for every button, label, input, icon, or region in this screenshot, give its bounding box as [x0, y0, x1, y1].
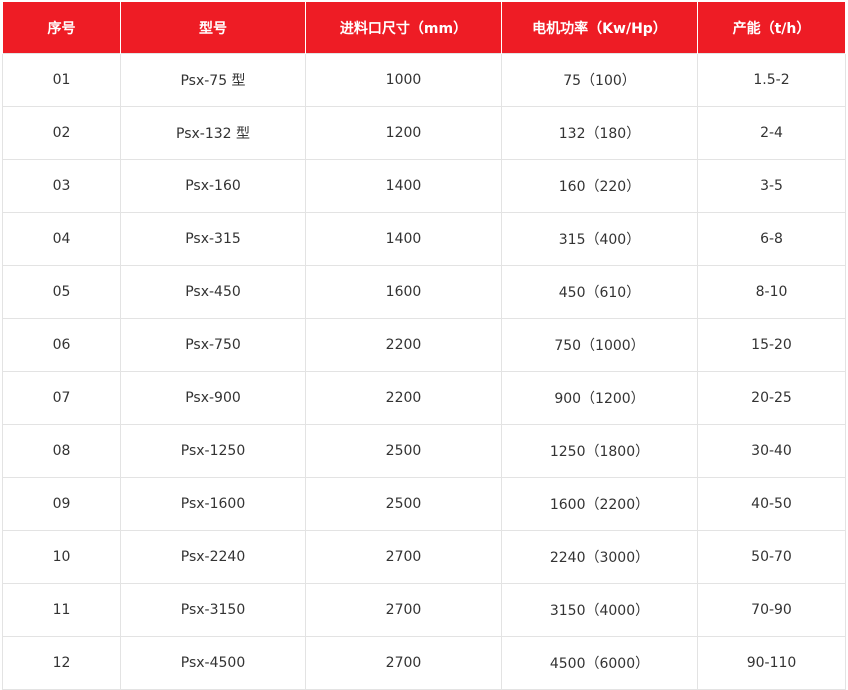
table-row: 06 Psx-750 2200 750（1000） 15-20 [2, 318, 846, 372]
table-row: 01 Psx-75 型 1000 75（100） 1.5-2 [2, 53, 846, 107]
cell-feed-opening: 2500 [305, 424, 502, 478]
cell-index: 10 [2, 530, 121, 584]
cell-model: Psx-3150 [120, 583, 306, 637]
cell-capacity: 30-40 [697, 424, 846, 478]
cell-feed-opening: 1400 [305, 159, 502, 213]
cell-index: 12 [2, 636, 121, 690]
table-row: 07 Psx-900 2200 900（1200） 20-25 [2, 371, 846, 425]
cell-index: 03 [2, 159, 121, 213]
cell-motor-power: 1250（1800） [501, 424, 698, 478]
cell-capacity: 50-70 [697, 530, 846, 584]
table-row: 02 Psx-132 型 1200 132（180） 2-4 [2, 106, 846, 160]
cell-feed-opening: 2200 [305, 318, 502, 372]
cell-capacity: 40-50 [697, 477, 846, 531]
cell-feed-opening: 2200 [305, 371, 502, 425]
table-row: 03 Psx-160 1400 160（220） 3-5 [2, 159, 846, 213]
cell-motor-power: 75（100） [501, 53, 698, 107]
cell-model: Psx-75 型 [120, 53, 306, 107]
cell-feed-opening: 1600 [305, 265, 502, 319]
cell-motor-power: 4500（6000） [501, 636, 698, 690]
cell-index: 08 [2, 424, 121, 478]
cell-capacity: 90-110 [697, 636, 846, 690]
cell-index: 09 [2, 477, 121, 531]
cell-feed-opening: 1400 [305, 212, 502, 266]
table-row: 12 Psx-4500 2700 4500（6000） 90-110 [2, 636, 846, 690]
table-row: 11 Psx-3150 2700 3150（4000） 70-90 [2, 583, 846, 637]
cell-feed-opening: 1000 [305, 53, 502, 107]
cell-index: 04 [2, 212, 121, 266]
spec-table: 序号 型号 进料口尺寸（mm） 电机功率（Kw/Hp） 产能（t/h） 01 Ps… [2, 2, 846, 690]
cell-model: Psx-900 [120, 371, 306, 425]
table-row: 10 Psx-2240 2700 2240（3000） 50-70 [2, 530, 846, 584]
cell-motor-power: 132（180） [501, 106, 698, 160]
cell-model: Psx-160 [120, 159, 306, 213]
header-index: 序号 [2, 2, 121, 54]
cell-model: Psx-132 型 [120, 106, 306, 160]
cell-capacity: 6-8 [697, 212, 846, 266]
cell-motor-power: 450（610） [501, 265, 698, 319]
table-body: 01 Psx-75 型 1000 75（100） 1.5-2 02 Psx-132 型 120… [2, 53, 846, 690]
table-row: 08 Psx-1250 2500 1250（1800） 30-40 [2, 424, 846, 478]
cell-model: Psx-1250 [120, 424, 306, 478]
cell-model: Psx-1600 [120, 477, 306, 531]
header-capacity: 产能（t/h） [697, 2, 846, 54]
header-row: 序号 型号 进料口尺寸（mm） 电机功率（Kw/Hp） 产能（t/h） [2, 2, 846, 54]
cell-model: Psx-2240 [120, 530, 306, 584]
cell-motor-power: 315（400） [501, 212, 698, 266]
cell-motor-power: 1600（2200） [501, 477, 698, 531]
cell-capacity: 2-4 [697, 106, 846, 160]
cell-index: 07 [2, 371, 121, 425]
table-row: 04 Psx-315 1400 315（400） 6-8 [2, 212, 846, 266]
cell-model: Psx-450 [120, 265, 306, 319]
cell-motor-power: 900（1200） [501, 371, 698, 425]
cell-capacity: 15-20 [697, 318, 846, 372]
cell-capacity: 3-5 [697, 159, 846, 213]
cell-feed-opening: 2700 [305, 636, 502, 690]
cell-index: 11 [2, 583, 121, 637]
cell-index: 06 [2, 318, 121, 372]
cell-feed-opening: 2700 [305, 583, 502, 637]
cell-capacity: 1.5-2 [697, 53, 846, 107]
cell-motor-power: 750（1000） [501, 318, 698, 372]
cell-index: 02 [2, 106, 121, 160]
header-model: 型号 [120, 2, 306, 54]
cell-capacity: 70-90 [697, 583, 846, 637]
cell-model: Psx-315 [120, 212, 306, 266]
cell-index: 01 [2, 53, 121, 107]
cell-capacity: 8-10 [697, 265, 846, 319]
cell-feed-opening: 2500 [305, 477, 502, 531]
table-row: 09 Psx-1600 2500 1600（2200） 40-50 [2, 477, 846, 531]
cell-motor-power: 3150（4000） [501, 583, 698, 637]
cell-model: Psx-750 [120, 318, 306, 372]
cell-motor-power: 2240（3000） [501, 530, 698, 584]
header-motor-power: 电机功率（Kw/Hp） [501, 2, 698, 54]
cell-model: Psx-4500 [120, 636, 306, 690]
cell-motor-power: 160（220） [501, 159, 698, 213]
header-feed-opening: 进料口尺寸（mm） [305, 2, 502, 54]
table-row: 05 Psx-450 1600 450（610） 8-10 [2, 265, 846, 319]
cell-feed-opening: 2700 [305, 530, 502, 584]
cell-index: 05 [2, 265, 121, 319]
cell-feed-opening: 1200 [305, 106, 502, 160]
cell-capacity: 20-25 [697, 371, 846, 425]
